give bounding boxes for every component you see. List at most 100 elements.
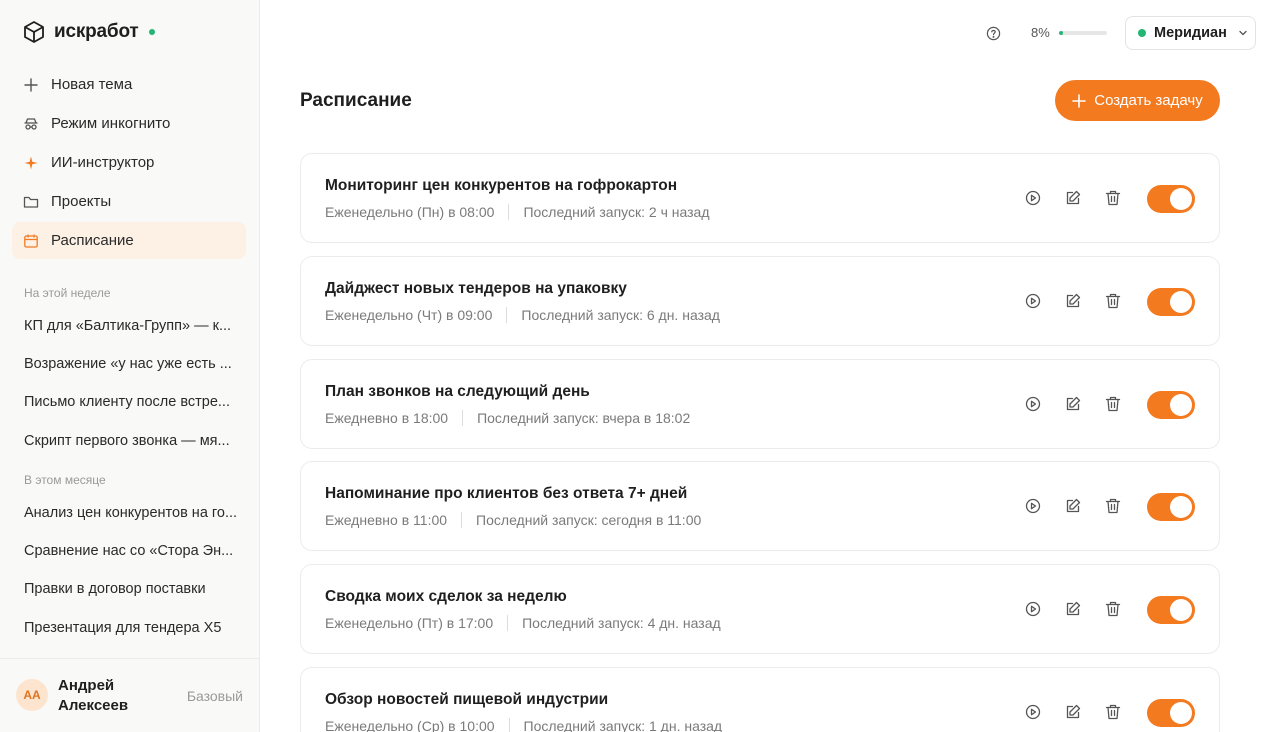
history-month-label: В этом месяце <box>24 473 106 487</box>
edit-icon[interactable] <box>1064 292 1082 310</box>
task-schedule: Ежедневно в 11:00 <box>325 512 448 529</box>
task-card: Сводка моих сделок за неделю Еженедельно… <box>300 564 1220 655</box>
history-item[interactable]: Правки в договор поставки <box>24 581 238 597</box>
nav-new-topic[interactable]: Новая тема <box>12 66 246 103</box>
task-title: Обзор новостей пищевой индустрии <box>325 691 609 708</box>
delete-icon[interactable] <box>1104 395 1122 413</box>
task-card: Напоминание про клиентов без ответа 7+ д… <box>300 461 1220 552</box>
task-enabled-toggle[interactable] <box>1147 390 1195 419</box>
history-item[interactable]: Анализ цен конкурентов на го... <box>24 505 238 521</box>
nav-label: ИИ-инструктор <box>51 154 155 171</box>
task-card: Дайджест новых тендеров на упаковку Ежен… <box>300 255 1220 346</box>
history-item[interactable]: Письмо клиенту после встре... <box>24 394 238 410</box>
toggle-knob <box>1170 393 1192 416</box>
create-task-button[interactable]: Создать задачу <box>1055 80 1220 121</box>
task-card: Обзор новостей пищевой индустрии Еженеде… <box>300 667 1220 732</box>
task-last-run: Последний запуск: 2 ч назад <box>523 204 710 220</box>
task-meta: Еженедельно (Пт) в 17:00 Последний запус… <box>325 615 721 632</box>
create-task-label: Создать задачу <box>1094 92 1203 109</box>
nav-ai-instructor[interactable]: ИИ-инструктор <box>12 144 246 181</box>
nav-schedule[interactable]: Расписание <box>12 222 246 259</box>
edit-icon[interactable] <box>1064 703 1082 721</box>
task-schedule: Ежедневно в 18:00 <box>325 409 449 426</box>
plus-icon <box>1072 93 1087 108</box>
task-meta: Ежедневно в 11:00 Последний запуск: сего… <box>325 512 702 529</box>
sparkle-icon <box>23 155 39 171</box>
nav-incognito[interactable]: Режим инкогнито <box>12 105 246 142</box>
avatar: АА <box>16 679 48 711</box>
toggle-knob <box>1170 496 1192 519</box>
task-schedule: Еженедельно (Ср) в 10:00 <box>325 718 495 732</box>
status-dot <box>148 29 155 35</box>
nav-label: Новая тема <box>51 76 133 93</box>
task-meta: Еженедельно (Ср) в 10:00 Последний запус… <box>325 718 722 732</box>
usage-bar <box>1059 31 1107 35</box>
nav-label: Режим инкогнито <box>51 115 171 132</box>
task-enabled-toggle[interactable] <box>1147 596 1195 625</box>
history-week-label: На этой неделе <box>24 286 111 300</box>
incognito-icon <box>23 116 39 132</box>
task-enabled-toggle[interactable] <box>1147 287 1195 316</box>
history-item[interactable]: Сравнение нас со «Стора Эн... <box>24 543 238 559</box>
meta-divider <box>461 512 463 529</box>
delete-icon[interactable] <box>1104 292 1122 310</box>
model-name: Меридиан <box>1154 25 1227 41</box>
nav-label: Проекты <box>51 193 112 210</box>
run-now-icon[interactable] <box>1024 497 1042 515</box>
usage-percent: 8% <box>1031 25 1050 40</box>
task-card: План звонков на следующий день Ежедневно… <box>300 358 1220 449</box>
meta-divider <box>507 615 509 632</box>
task-card: Мониторинг цен конкурентов на гофрокарто… <box>300 153 1220 243</box>
edit-icon[interactable] <box>1064 497 1082 515</box>
task-meta: Еженедельно (Чт) в 09:00 Последний запус… <box>325 306 720 323</box>
task-enabled-toggle[interactable] <box>1147 185 1195 213</box>
sidebar-nav: Новая тема Режим инкогнито ИИ-инструктор… <box>12 66 246 261</box>
task-last-run: Последний запуск: сегодня в 11:00 <box>476 512 702 529</box>
history-item[interactable]: Возражение «у нас уже есть ... <box>24 356 238 372</box>
task-title: План звонков на следующий день <box>325 382 590 400</box>
task-schedule: Еженедельно (Чт) в 09:00 <box>325 306 493 323</box>
history-item[interactable]: Скрипт первого звонка — мя... <box>24 433 238 449</box>
brand-name: искработ <box>54 21 139 42</box>
usage-bar-fill <box>1059 31 1063 35</box>
history-item[interactable]: Презентация для тендера Х5 <box>24 620 238 636</box>
task-enabled-toggle[interactable] <box>1147 493 1195 522</box>
task-title: Дайджест новых тендеров на упаковку <box>325 279 627 297</box>
task-last-run: Последний запуск: вчера в 18:02 <box>477 409 691 426</box>
plus-icon <box>23 77 39 93</box>
task-schedule: Еженедельно (Пт) в 17:00 <box>325 615 494 632</box>
calendar-icon <box>23 233 39 249</box>
task-enabled-toggle[interactable] <box>1147 699 1195 727</box>
toggle-knob <box>1170 188 1192 210</box>
run-now-icon[interactable] <box>1024 600 1042 618</box>
delete-icon[interactable] <box>1104 189 1122 207</box>
user-name: Андрей Алексеев <box>58 677 129 714</box>
nav-projects[interactable]: Проекты <box>12 183 246 220</box>
task-last-run: Последний запуск: 1 дн. назад <box>523 718 723 732</box>
cube-logo-icon <box>24 21 44 43</box>
help-icon[interactable] <box>986 26 1001 41</box>
run-now-icon[interactable] <box>1024 703 1042 721</box>
brand[interactable]: искработ <box>22 20 155 44</box>
run-now-icon[interactable] <box>1024 189 1042 207</box>
delete-icon[interactable] <box>1104 600 1122 618</box>
task-title: Мониторинг цен конкурентов на гофрокарто… <box>325 177 678 194</box>
user-profile[interactable]: АА Андрей Алексеев Базовый <box>0 658 259 732</box>
delete-icon[interactable] <box>1104 703 1122 721</box>
toggle-knob <box>1170 702 1192 724</box>
run-now-icon[interactable] <box>1024 292 1042 310</box>
run-now-icon[interactable] <box>1024 395 1042 413</box>
edit-icon[interactable] <box>1064 395 1082 413</box>
chevron-down-icon <box>1239 30 1247 36</box>
edit-icon[interactable] <box>1064 189 1082 207</box>
sidebar: искработ Новая тема Режим инкогнито ИИ-и… <box>0 0 260 732</box>
edit-icon[interactable] <box>1064 600 1082 618</box>
meta-divider <box>508 204 510 220</box>
nav-label: Расписание <box>51 232 134 249</box>
toggle-knob <box>1170 290 1192 313</box>
meta-divider <box>506 306 508 323</box>
delete-icon[interactable] <box>1104 497 1122 515</box>
model-status-dot <box>1138 29 1146 37</box>
model-selector[interactable]: Меридиан <box>1125 16 1256 50</box>
history-item[interactable]: КП для «Балтика-Групп» — к... <box>24 318 238 334</box>
